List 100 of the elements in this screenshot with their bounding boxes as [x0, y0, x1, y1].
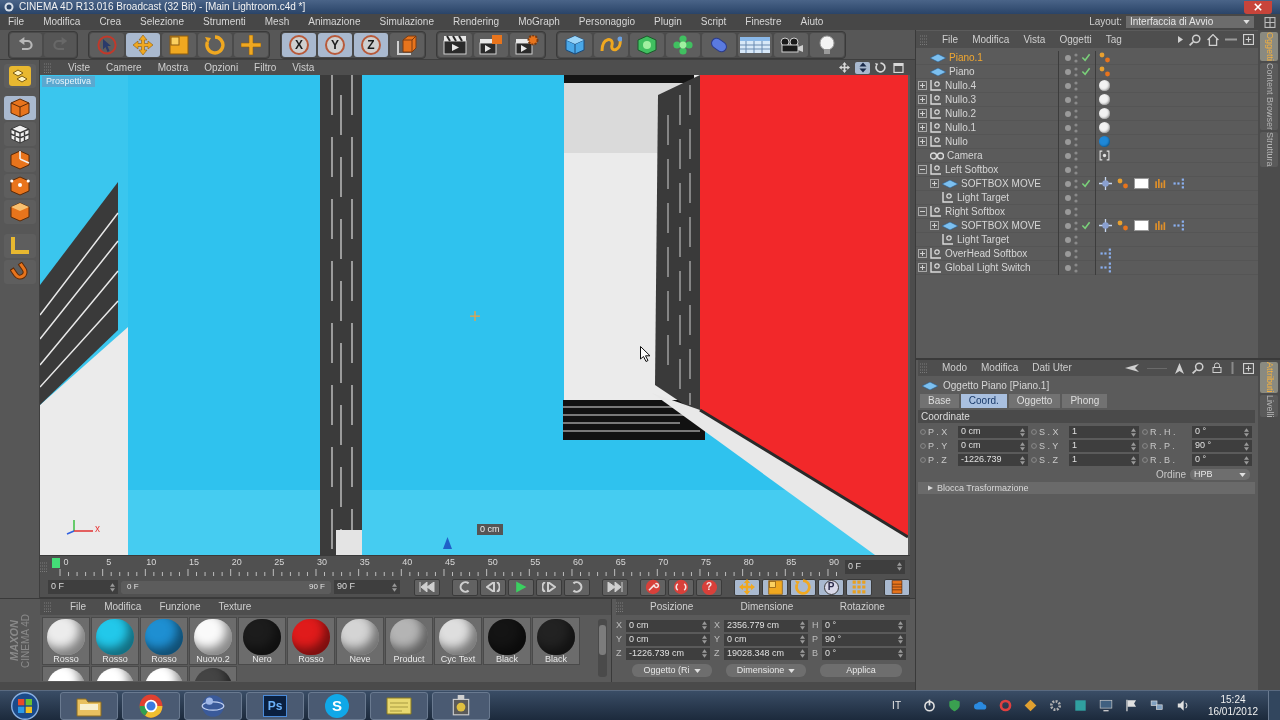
object-name[interactable]: Nullo.3: [945, 94, 977, 105]
object-menu-item[interactable]: File: [942, 34, 959, 45]
menu-item[interactable]: Crea: [99, 17, 122, 27]
light-tool-button[interactable]: [810, 32, 844, 57]
start-frame-field[interactable]: 0 F: [48, 580, 118, 594]
make-editable-mode-button[interactable]: [3, 64, 36, 88]
last-button[interactable]: [602, 578, 628, 596]
material-tile[interactable]: Product: [385, 617, 433, 665]
first-button[interactable]: [414, 578, 440, 596]
axis-lock-button[interactable]: Y: [318, 32, 352, 57]
attribute-tab[interactable]: Phong: [1062, 394, 1108, 408]
scale-button[interactable]: [762, 578, 788, 596]
object-name[interactable]: Nullo.2: [945, 108, 977, 119]
object-name[interactable]: OverHead Softbox: [945, 248, 1028, 259]
coordinate-field[interactable]: 90 °: [822, 633, 906, 646]
menu-item[interactable]: Selezione: [140, 17, 184, 27]
value-field[interactable]: 0 cm: [958, 426, 1028, 438]
object-name[interactable]: Camera: [947, 150, 983, 161]
object-menu-item[interactable]: Vista: [1023, 34, 1046, 45]
material-menu-item[interactable]: Funzione: [159, 602, 201, 612]
current-frame-field[interactable]: 0 F: [845, 559, 905, 574]
menu-item[interactable]: File: [8, 17, 25, 27]
taskbar-button[interactable]: [184, 691, 242, 720]
object-name[interactable]: Nullo.1: [945, 122, 977, 133]
material-tile[interactable]: Nero: [238, 617, 286, 665]
object-name[interactable]: Light Target: [957, 192, 1010, 203]
menu-item[interactable]: Script: [700, 17, 727, 27]
material-tile[interactable]: Black: [483, 617, 531, 665]
coordinate-field[interactable]: -1226.739 cm: [626, 647, 710, 660]
pan-view-button[interactable]: [837, 61, 852, 74]
side-tab[interactable]: Livelli: [1260, 394, 1278, 418]
cube-tool-button[interactable]: [558, 32, 592, 57]
material-tile[interactable]: Nuovo.2: [189, 617, 237, 665]
axis-lock-button[interactable]: Z: [354, 32, 388, 57]
spline-tool-button[interactable]: [594, 32, 628, 57]
prev-frame-button[interactable]: [480, 578, 506, 596]
value-field[interactable]: 1: [1069, 426, 1139, 438]
material-tile[interactable]: Rosso: [91, 617, 139, 665]
object-name[interactable]: Nullo.4: [945, 80, 977, 91]
workplane-mode-button[interactable]: [3, 234, 36, 258]
coordinate-field[interactable]: 0 cm: [626, 619, 710, 632]
object-menu-item[interactable]: Tag: [1105, 34, 1122, 45]
zoom-view-button[interactable]: [855, 61, 870, 74]
object-axis-mode-button[interactable]: [3, 148, 36, 172]
view-menu-item[interactable]: Filtro: [254, 62, 277, 73]
object-menu-item[interactable]: Modifica: [972, 34, 1010, 45]
coordinate-field[interactable]: 0 cm: [626, 633, 710, 646]
value-field[interactable]: 1: [1069, 454, 1139, 466]
play-button[interactable]: [508, 578, 534, 596]
menu-item[interactable]: MoGraph: [518, 17, 560, 27]
view-menu-item[interactable]: Camere: [106, 62, 142, 73]
object-name[interactable]: Piano.1: [949, 52, 983, 63]
array-tool-button[interactable]: [666, 32, 700, 57]
playhead[interactable]: [52, 557, 60, 568]
view-menu-item[interactable]: Mostra: [157, 62, 189, 73]
model-mode-button[interactable]: [3, 96, 36, 120]
material-tile[interactable]: Rosso: [287, 617, 335, 665]
layout-dropdown[interactable]: Interfaccia di Avvio: [1126, 16, 1254, 28]
mode-dropdown[interactable]: Oggetto (Ri: [632, 664, 712, 677]
end-frame-field[interactable]: 90 F: [334, 580, 400, 594]
attribute-menu-item[interactable]: Dati Uter: [1032, 363, 1072, 373]
object-name[interactable]: Piano: [949, 66, 975, 77]
attribute-menu-item[interactable]: Modifica: [981, 363, 1019, 373]
object-name[interactable]: Right Softbox: [945, 206, 1006, 217]
prev-key-button[interactable]: [452, 578, 478, 596]
language-indicator[interactable]: IT: [892, 700, 901, 711]
attribute-menu-item[interactable]: Modo: [942, 363, 967, 373]
object-name[interactable]: SOFTBOX MOVE: [961, 178, 1041, 189]
menu-item[interactable]: Finestre: [745, 17, 782, 27]
value-field[interactable]: 1: [1069, 440, 1139, 452]
next-key-button[interactable]: [564, 578, 590, 596]
material-tile[interactable]: Cyc Text: [434, 617, 482, 665]
taskbar-button[interactable]: [432, 691, 490, 720]
collapsible-group-header[interactable]: Blocca Trasformazione: [918, 482, 1255, 494]
side-tab[interactable]: Content Browser: [1260, 63, 1278, 131]
rotate-button[interactable]: [790, 578, 816, 596]
value-field[interactable]: -1226.739: [958, 454, 1028, 466]
timeline-button[interactable]: [884, 578, 910, 596]
move-tool-button[interactable]: [126, 32, 160, 57]
taskbar-button[interactable]: [122, 691, 180, 720]
object-name[interactable]: SOFTBOX MOVE: [961, 220, 1041, 231]
view-menu-item[interactable]: Viste: [68, 62, 91, 73]
maximize-view-button[interactable]: [891, 61, 906, 74]
render-tool-button[interactable]: [474, 32, 508, 57]
side-tab[interactable]: Struttura: [1260, 132, 1278, 167]
scale-tool-button[interactable]: [162, 32, 196, 57]
attribute-tab[interactable]: Base: [920, 394, 959, 408]
polygons-mode-button[interactable]: [3, 200, 36, 224]
menu-item[interactable]: Animazione: [308, 17, 361, 27]
apply-button[interactable]: Applica: [820, 664, 902, 677]
material-tile[interactable]: Black: [532, 617, 580, 665]
close-button[interactable]: [1244, 0, 1272, 14]
render-settings-tool-button[interactable]: [510, 32, 544, 57]
snap-mode-button[interactable]: [3, 260, 36, 284]
object-name[interactable]: Global Light Switch: [945, 262, 1031, 273]
menu-item[interactable]: Mesh: [264, 17, 290, 27]
material-tile[interactable]: Rosso: [42, 617, 90, 665]
material-tile[interactable]: Neve: [336, 617, 384, 665]
scrollbar[interactable]: [598, 619, 607, 677]
start-button[interactable]: [8, 691, 42, 720]
